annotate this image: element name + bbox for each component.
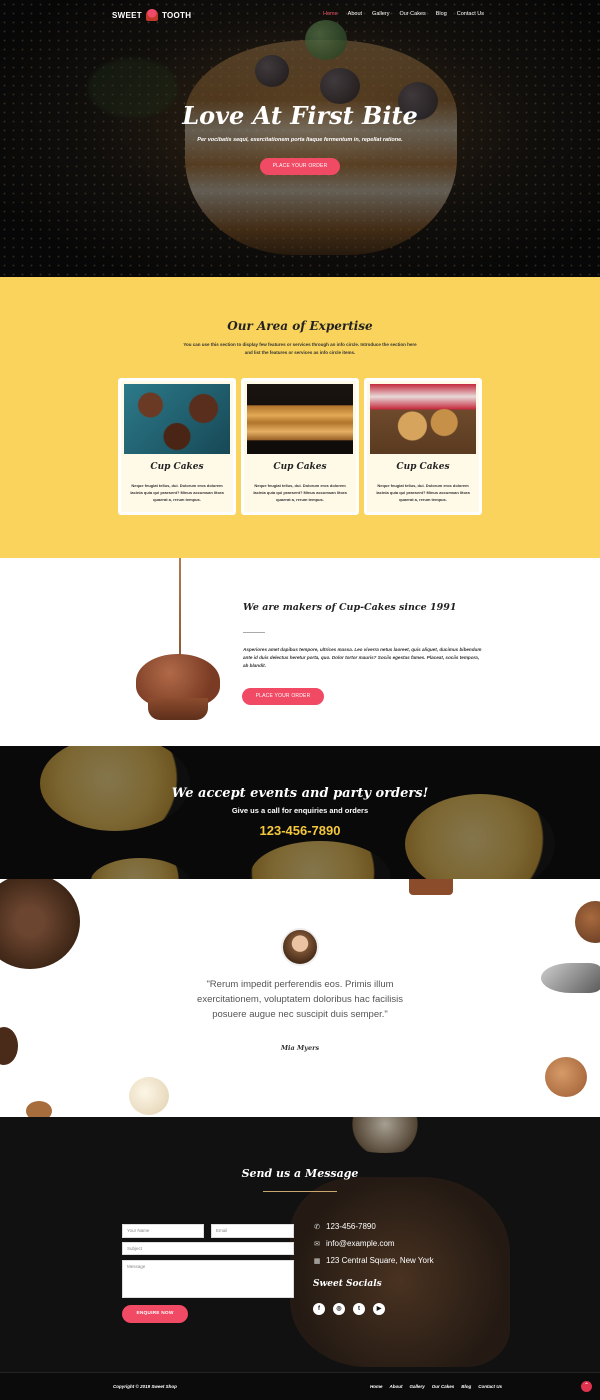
card-title: Cup Cakes	[150, 462, 204, 472]
card-text: Neque feugiat tellus, dui. Dolorum eros …	[376, 483, 470, 502]
footer-item-home[interactable]: Home	[370, 1384, 383, 1389]
twitter-icon[interactable]: t	[353, 1303, 365, 1315]
socials-title: Sweet Socials	[313, 1279, 382, 1289]
events-section: We accept events and party orders! Give …	[0, 746, 600, 879]
nav-item-blog[interactable]: Blog	[436, 11, 447, 17]
card-text: Neque feugiat tellus, dui. Dolorum eros …	[130, 483, 224, 502]
nav-item-home[interactable]: Home	[323, 11, 338, 17]
footer-menu: Home About Gallery Our Cakes Blog Contact Us	[370, 1384, 502, 1389]
section-intro: You can use this section to display few …	[183, 342, 417, 355]
divider	[243, 632, 265, 633]
contact-title: Send us a Message	[241, 1167, 359, 1180]
events-title: We accept events and party orders!	[171, 786, 429, 801]
map-icon: ▦	[313, 1257, 321, 1265]
service-card[interactable]: Cup Cakes Neque feugiat tellus, dui. Dol…	[241, 378, 359, 515]
nav-menu: Home About Gallery Our Cakes Blog Contact Us	[323, 11, 484, 17]
card-text: Neque feugiat tellus, dui. Dolorum eros …	[253, 483, 347, 502]
enquire-now-button[interactable]: ENQUIRE NOW	[122, 1305, 188, 1323]
footer-item-blog[interactable]: Blog	[461, 1384, 471, 1389]
avatar	[281, 928, 319, 966]
footer: Copyright © 2019 Sweet Shop Home About Gal…	[0, 1372, 600, 1400]
cupcake-logo-icon	[145, 9, 158, 21]
chevron-up-icon: ⌃	[583, 1383, 590, 1389]
hero-title: Love At First Bite	[182, 101, 418, 130]
contact-email[interactable]: ✉ info@example.com	[313, 1239, 395, 1248]
section-title: Our Area of Expertise	[227, 319, 373, 333]
back-to-top-button[interactable]: ⌃	[581, 1381, 592, 1392]
footer-item-about[interactable]: About	[390, 1384, 403, 1389]
footer-item-contact-us[interactable]: Contact Us	[478, 1384, 502, 1389]
card-title: Cup Cakes	[396, 462, 450, 472]
hero-section: SWEET TOOTH Home About Gallery Our Cakes Blo…	[0, 0, 600, 277]
nav-item-contact-us[interactable]: Contact Us	[457, 11, 484, 17]
contact-phone[interactable]: ✆ 123-456-7890	[313, 1222, 376, 1231]
footer-item-our-cakes[interactable]: Our Cakes	[432, 1384, 455, 1389]
testimonial-author: Mia Myers	[280, 1044, 320, 1052]
about-title: We are makers of Cup-Cakes since 1991	[243, 602, 457, 613]
phone-icon: ✆	[314, 1223, 320, 1231]
events-subtitle: Give us a call for enquiries and orders	[231, 806, 369, 815]
about-text: Asperiores amet dapibus tempore, ultrice…	[243, 647, 482, 668]
events-phone[interactable]: 123-456-7890	[0, 823, 600, 838]
testimonial-quote: "Rerum impedit perferendis eos. Primis i…	[197, 979, 403, 1020]
envelope-icon: ✉	[314, 1240, 320, 1248]
message-field[interactable]: Message	[122, 1260, 294, 1298]
testimonial-section: "Rerum impedit perferendis eos. Primis i…	[0, 879, 600, 1117]
hero-subtitle: Per vocibatis sequi, exercitationem port…	[197, 137, 403, 143]
about-section: We are makers of Cup-Cakes since 1991 As…	[0, 558, 600, 746]
nav-item-our-cakes[interactable]: Our Cakes	[399, 11, 425, 17]
pancakes-image	[247, 384, 353, 454]
name-field[interactable]: Your Name	[122, 1224, 204, 1238]
card-title: Cup Cakes	[273, 462, 327, 472]
divider	[263, 1191, 337, 1192]
place-order-button[interactable]: PLACE YOUR ORDER	[260, 158, 340, 175]
nav-item-about[interactable]: About	[348, 11, 362, 17]
social-links: f ◎ t ▶	[313, 1303, 385, 1315]
nav-item-gallery[interactable]: Gallery	[372, 11, 389, 17]
footer-item-gallery[interactable]: Gallery	[410, 1384, 425, 1389]
email-field[interactable]: Email	[211, 1224, 294, 1238]
cupcakes-image	[124, 384, 230, 454]
youtube-icon[interactable]: ▶	[373, 1303, 385, 1315]
copyright: Copyright © 2019 Sweet Shop	[113, 1384, 177, 1389]
service-card[interactable]: Cup Cakes Neque feugiat tellus, dui. Dol…	[364, 378, 482, 515]
expertise-section: Our Area of Expertise You can use this s…	[0, 277, 600, 558]
place-order-button[interactable]: PLACE YOUR ORDER	[242, 688, 324, 705]
facebook-icon[interactable]: f	[313, 1303, 325, 1315]
instagram-icon[interactable]: ◎	[333, 1303, 345, 1315]
page: SWEET TOOTH Home About Gallery Our Cakes Blo…	[0, 0, 600, 1400]
logo[interactable]: SWEET TOOTH	[112, 9, 191, 21]
contact-address: ▦ 123 Central Square, New York	[313, 1256, 434, 1265]
subject-field[interactable]: Subject	[122, 1242, 294, 1255]
main-nav: SWEET TOOTH Home About Gallery Our Cakes Blo…	[0, 0, 600, 30]
contact-section: Send us a Message Your Name Email Subjec…	[0, 1117, 600, 1372]
cookies-image	[370, 384, 476, 454]
service-card[interactable]: Cup Cakes Neque feugiat tellus, dui. Dol…	[118, 378, 236, 515]
